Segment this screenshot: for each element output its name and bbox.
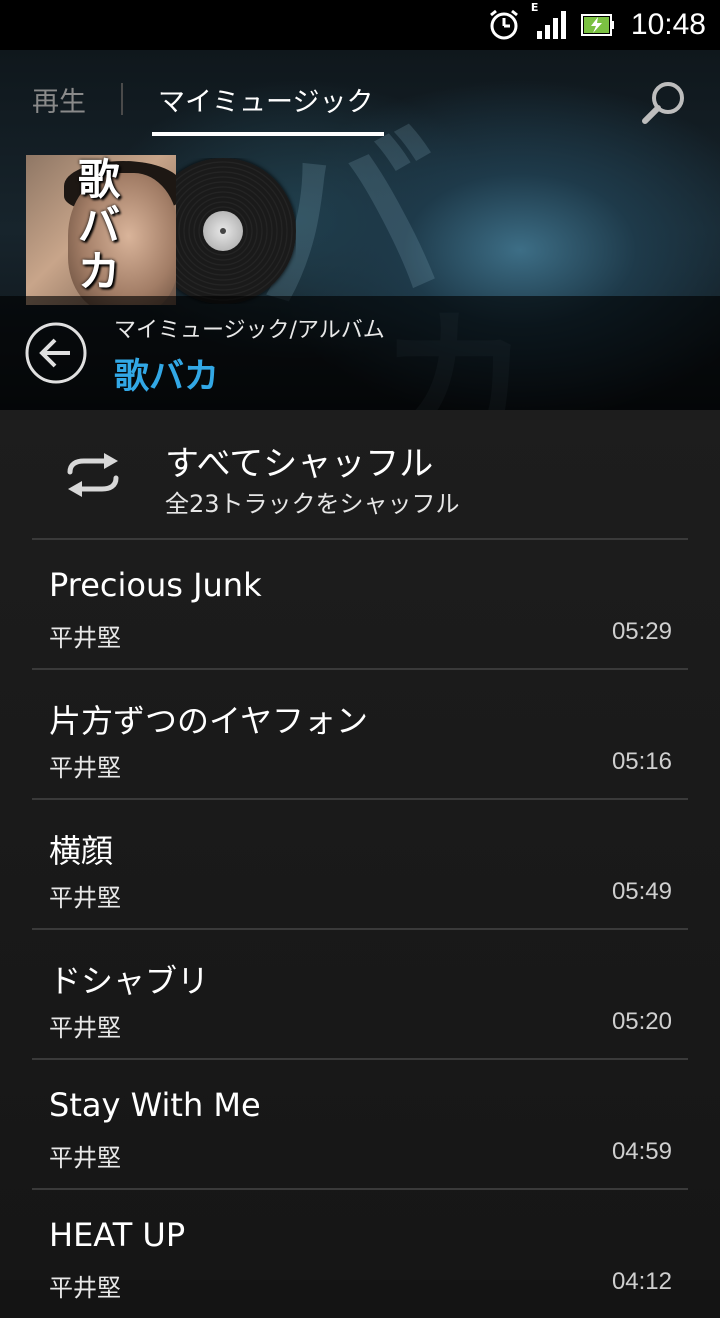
- alarm-icon: [487, 8, 521, 42]
- back-button[interactable]: [24, 321, 88, 385]
- track-duration: 05:29: [611, 618, 672, 645]
- album-header: バ カ 再生 マイミュージック 歌バカ マイミュージック/アルバム: [0, 50, 720, 410]
- track-duration: 04:59: [611, 1138, 672, 1165]
- signal-icon: E: [531, 1, 567, 41]
- back-arrow-icon: [25, 322, 87, 384]
- track-artist: 平井堅: [49, 1144, 121, 1172]
- status-time: 10:48: [630, 8, 706, 41]
- tab-bar: 再生 マイミュージック: [0, 50, 720, 150]
- track-artist: 平井堅: [49, 884, 121, 912]
- track-artist: 平井堅: [49, 754, 121, 782]
- search-icon: [642, 82, 684, 124]
- shuffle-subtitle: 全23トラックをシャッフル: [165, 490, 460, 518]
- breadcrumb: マイミュージック/アルバム: [114, 318, 385, 343]
- track-title: Precious Junk: [49, 566, 262, 604]
- shuffle-icon: [67, 453, 119, 497]
- album-art-text: 歌バカ: [77, 155, 120, 296]
- track-artist: 平井堅: [49, 1274, 121, 1302]
- active-tab-indicator: [152, 132, 384, 136]
- track-duration: 05:16: [611, 748, 672, 775]
- battery-charging-icon: [580, 13, 615, 37]
- shuffle-title: すべてシャッフル: [165, 444, 434, 484]
- track-duration: 04:12: [611, 1268, 672, 1295]
- track-row[interactable]: HEAT UP 平井堅 04:12: [32, 1190, 688, 1318]
- track-title: 横顔: [49, 832, 114, 870]
- status-bar: E 10:48: [0, 0, 720, 50]
- tab-separator: [121, 83, 123, 115]
- album-art: 歌バカ: [26, 155, 176, 305]
- tab-my-music[interactable]: マイミュージック: [158, 80, 373, 119]
- search-button[interactable]: [638, 78, 690, 130]
- track-row[interactable]: Stay With Me 平井堅 04:59: [32, 1060, 688, 1188]
- track-duration: 05:20: [611, 1008, 672, 1035]
- tab-play[interactable]: 再生: [32, 80, 86, 119]
- track-title: HEAT UP: [49, 1216, 186, 1254]
- track-list: すべてシャッフル 全23トラックをシャッフル Precious Junk 平井堅…: [0, 410, 720, 1302]
- track-title: ドシャブリ: [49, 962, 210, 1000]
- breadcrumb-bar: マイミュージック/アルバム 歌バカ: [0, 296, 720, 410]
- network-type-label: E: [530, 1, 539, 14]
- album-title: 歌バカ: [114, 357, 220, 397]
- track-artist: 平井堅: [49, 624, 121, 652]
- track-row[interactable]: 片方ずつのイヤフォン 平井堅 05:16: [32, 670, 688, 798]
- track-title: Stay With Me: [49, 1086, 261, 1124]
- track-row[interactable]: Precious Junk 平井堅 05:29: [32, 540, 688, 668]
- track-row[interactable]: ドシャブリ 平井堅 05:20: [32, 930, 688, 1058]
- track-artist: 平井堅: [49, 1014, 121, 1042]
- track-duration: 05:49: [611, 878, 672, 905]
- track-row[interactable]: 横顔 平井堅 05:49: [32, 800, 688, 928]
- track-title: 片方ずつのイヤフォン: [49, 702, 369, 740]
- shuffle-all-row[interactable]: すべてシャッフル 全23トラックをシャッフル: [32, 410, 688, 538]
